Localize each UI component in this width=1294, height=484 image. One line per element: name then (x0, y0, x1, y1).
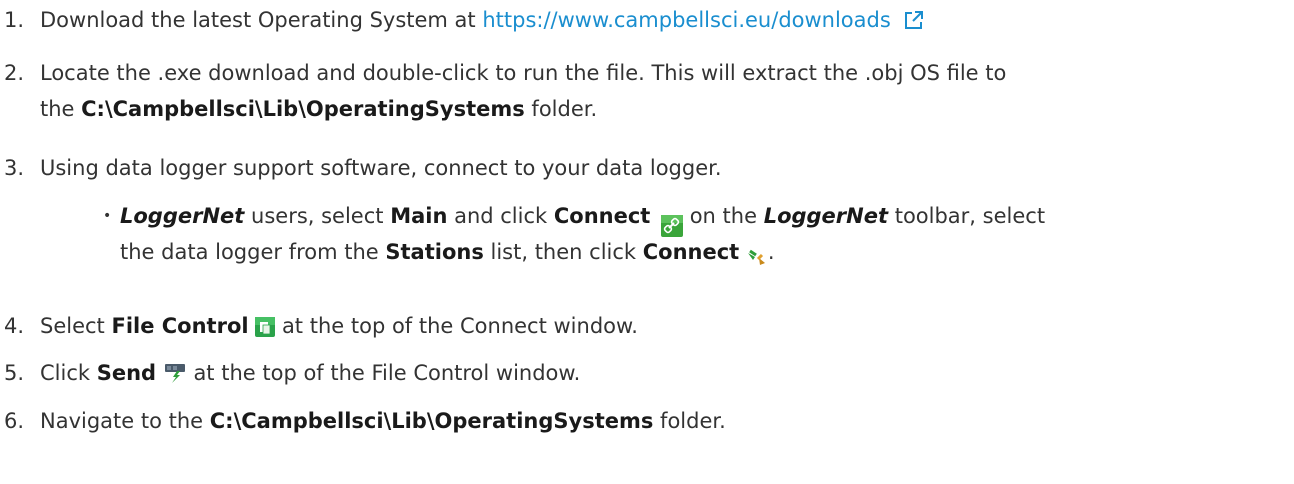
step-line: Locate the .exe download and double-clic… (40, 60, 1006, 86)
file-control-label: File Control (111, 314, 249, 338)
step-text: users, select (244, 204, 391, 228)
stations-label: Stations (385, 240, 484, 264)
link-icon[interactable] (661, 215, 684, 237)
step-line: Using data logger support software, conn… (40, 155, 722, 181)
external-link-icon[interactable] (903, 9, 925, 31)
step-number: 2. (4, 61, 25, 85)
loggernet-name: LoggerNet (120, 204, 245, 228)
step-text: Select (40, 314, 112, 338)
step-text: Using data logger support software, conn… (40, 156, 722, 180)
bullet: • (103, 208, 112, 224)
step-text: Click (40, 361, 97, 385)
plug-icon[interactable] (746, 245, 768, 267)
main-label: Main (390, 204, 448, 228)
step-line: Download the latest Operating System at … (40, 7, 925, 33)
step-line: Navigate to the C:\Campbellsci\Lib\Opera… (40, 408, 726, 434)
step-text: Download the latest Operating System at (40, 8, 483, 32)
folder-path: C:\Campbellsci\Lib\OperatingSystems (209, 409, 654, 433)
step-text: at the top of the Connect window. (275, 314, 638, 338)
folder-path: C:\Campbellsci\Lib\OperatingSystems (81, 97, 525, 121)
step-text: and click (447, 204, 554, 228)
step-text: list, then click (483, 240, 643, 264)
connect-label: Connect (642, 240, 740, 264)
step-text: on the (683, 204, 764, 228)
step-line: Click Send at the top of the File Contro… (40, 360, 580, 386)
step-number: 6. (4, 409, 25, 433)
step-number: 4. (4, 314, 25, 338)
downloads-link[interactable]: https://www.campbellsci.eu/downloads (482, 8, 890, 32)
step-text: . (767, 240, 775, 264)
step-line: Select File Control at the top of the Co… (40, 313, 638, 339)
step-text: toolbar, select (888, 204, 1046, 228)
file-control-icon[interactable] (255, 317, 276, 337)
step-text: at the top of the File Control window. (186, 361, 581, 385)
connect-label: Connect (553, 204, 651, 228)
send-icon[interactable] (163, 362, 187, 384)
loggernet-name: LoggerNet (763, 204, 889, 228)
step-text: folder. (653, 409, 726, 433)
step-line: LoggerNet users, select Main and click C… (120, 203, 1046, 237)
step-text: the (40, 97, 82, 121)
step-line: the data logger from the Stations list, … (120, 239, 775, 265)
step-number: 3. (4, 156, 25, 180)
step-text: Navigate to the (40, 409, 210, 433)
step-text: folder. (524, 97, 598, 121)
step-number: 1. (4, 8, 25, 32)
step-text: the data logger from the (120, 240, 386, 264)
step-line: the C:\Campbellsci\Lib\OperatingSystems … (40, 96, 597, 122)
step-number: 5. (4, 361, 25, 385)
send-label: Send (96, 361, 157, 385)
step-text: Locate the .exe download and double-clic… (40, 61, 1007, 85)
